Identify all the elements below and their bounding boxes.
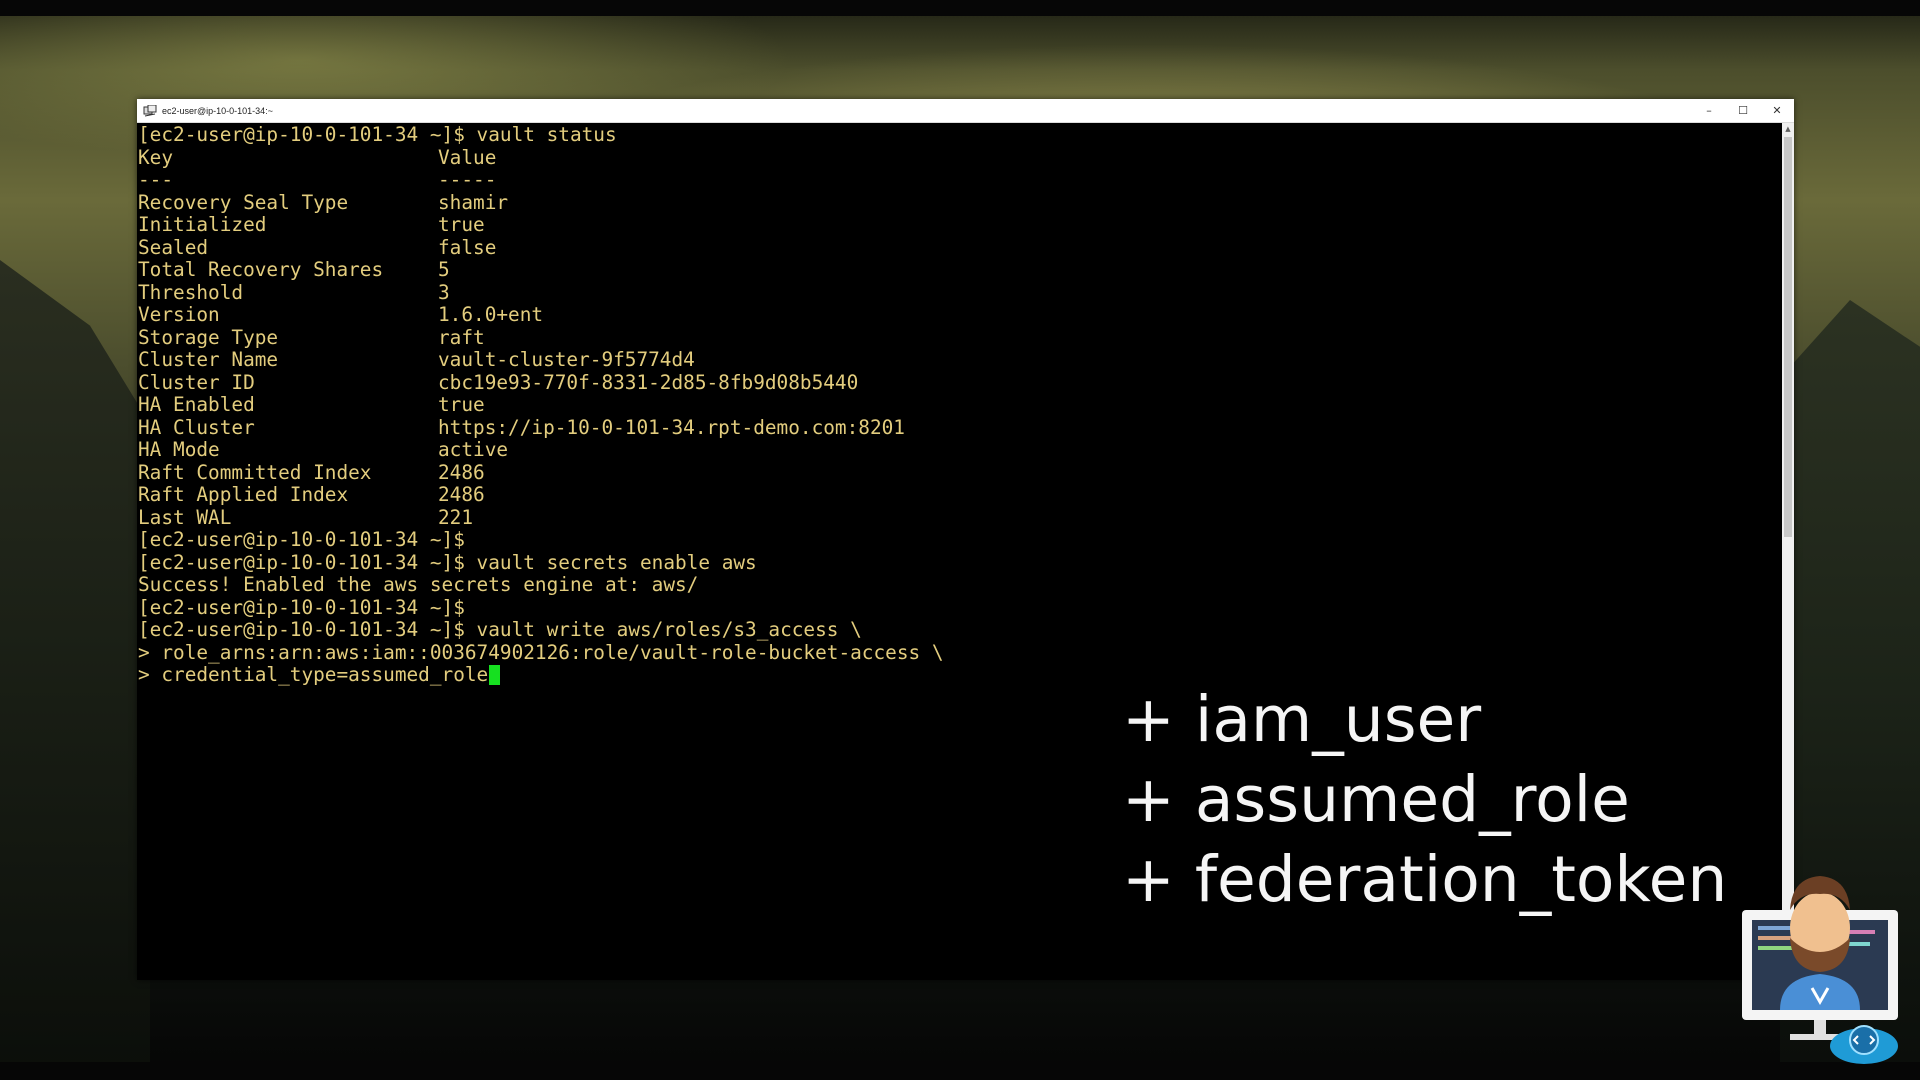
terminal-line: Version 1.6.0+ent [138,303,543,327]
minimize-button[interactable]: – [1692,99,1726,122]
close-button[interactable]: ✕ [1760,99,1794,122]
status-value: 3 [438,280,450,304]
terminal-line: Cluster ID cbc19e93-770f-8331-2d85-8fb9d0… [138,370,858,395]
terminal-line: Sealed false [138,235,496,260]
terminal-text: Success! Enabled the aws secrets engine … [138,573,699,596]
status-value: active [438,438,509,461]
terminal-line: > role_arns:arn:aws:iam::003674902126:ro… [138,640,944,665]
terminal-line: --- ----- [138,168,496,192]
putty-icon [143,104,157,116]
vertical-scrollbar[interactable]: ▲ [1782,123,1794,980]
status-key: Storage Type [138,325,279,349]
status-key: --- [138,168,174,191]
status-value: raft [438,325,485,349]
overlay-credential-type: + assumed_role [1122,763,1630,836]
terminal-line: Raft Committed Index 2486 [138,460,485,485]
credential-type-overlay: + iam_user + assumed_role + federation_tok… [1122,680,1727,920]
status-key: Threshold [138,280,244,304]
terminal-line: [ec2-user@ip-10-0-101-34 ~]$ [138,595,465,620]
status-value: 2486 [438,460,485,484]
status-key: Recovery Seal Type [138,190,349,214]
overlay-credential-type: + iam_user [1122,683,1482,756]
status-key: Raft Applied Index [138,483,349,506]
terminal-text: [ec2-user@ip-10-0-101-34 ~]$ vault write… [138,618,862,641]
terminal-line: Recovery Seal Type shamir [138,190,508,215]
status-value: 2486 [438,483,485,506]
terminal-text: > role_arns:arn:aws:iam::003674902126:ro… [138,640,944,664]
terminal-line: Last WAL 221 [138,505,473,530]
terminal-line: Success! Enabled the aws secrets engine … [138,573,699,597]
status-value: 5 [438,258,450,281]
terminal-line: Cluster Name vault-cluster-9f5774d4 [138,348,695,372]
bottom-letterbox [0,1062,1920,1080]
status-value: 221 [438,505,474,529]
terminal-line: > credential_type=assumed_role [138,663,501,687]
status-value: true [438,393,485,416]
terminal-text: [ec2-user@ip-10-0-101-34 ~]$ vault statu… [138,123,617,146]
status-value: Value [438,145,497,169]
terminal-text: [ec2-user@ip-10-0-101-34 ~]$ vault secre… [138,550,757,574]
terminal-line: Total Recovery Shares 5 [138,258,450,282]
top-letterbox [0,0,1920,16]
status-value: false [438,235,497,259]
status-key: Last WAL [138,505,232,529]
status-key: Version [138,303,220,326]
status-key: Total Recovery Shares [138,258,384,281]
status-key: HA Mode [138,438,220,461]
status-key: Raft Committed Index [138,460,372,484]
status-key: Cluster Name [138,348,279,371]
status-key: HA Cluster [138,415,255,439]
status-key: HA Enabled [138,393,255,416]
terminal-line: Initialized true [138,213,485,237]
terminal-line: HA Enabled true [138,393,485,417]
status-key: Sealed [138,235,209,259]
scrollbar-thumb[interactable] [1784,137,1792,537]
status-value: shamir [438,190,509,214]
status-key: Key [138,145,174,169]
status-value: vault-cluster-9f5774d4 [438,348,695,371]
text-cursor [489,664,501,685]
terminal-line: Threshold 3 [138,280,450,305]
scroll-up-arrow-icon[interactable]: ▲ [1782,123,1794,135]
terminal-text: > credential_type=assumed_role [138,663,489,686]
window-title: ec2-user@ip-10-0-101-34:~ [162,105,273,116]
status-value: 1.6.0+ent [438,303,544,326]
terminal-line: HA Mode active [138,438,508,462]
terminal-line: Key Value [138,145,496,170]
window-titlebar[interactable]: ec2-user@ip-10-0-101-34:~ – ☐ ✕ [137,99,1794,123]
terminal-line: Storage Type raft [138,325,485,350]
terminal-line: [ec2-user@ip-10-0-101-34 ~]$ vault statu… [138,123,617,147]
terminal-line: [ec2-user@ip-10-0-101-34 ~]$ vault secre… [138,550,757,575]
terminal-text: [ec2-user@ip-10-0-101-34 ~]$ [138,595,465,619]
status-value: true [438,213,485,236]
status-key: Initialized [138,213,267,236]
terminal-line: [ec2-user@ip-10-0-101-34 ~]$ [138,528,465,552]
terminal-line: HA Cluster https://ip-10-0-101-34.rpt-dem… [138,415,905,440]
status-value: cbc19e93-770f-8331-2d85-8fb9d08b5440 [438,370,859,394]
terminal-line: [ec2-user@ip-10-0-101-34 ~]$ vault write… [138,618,862,642]
status-key: Cluster ID [138,370,255,394]
terminal-text: [ec2-user@ip-10-0-101-34 ~]$ [138,528,465,551]
terminal-line: Raft Applied Index 2486 [138,483,485,507]
mascot-avatar [1742,876,1898,1064]
maximize-button[interactable]: ☐ [1726,99,1760,122]
status-value: https://ip-10-0-101-34.rpt-demo.com:8201 [438,415,905,439]
overlay-credential-type: + federation_token [1122,843,1728,916]
status-value: ----- [438,168,497,191]
